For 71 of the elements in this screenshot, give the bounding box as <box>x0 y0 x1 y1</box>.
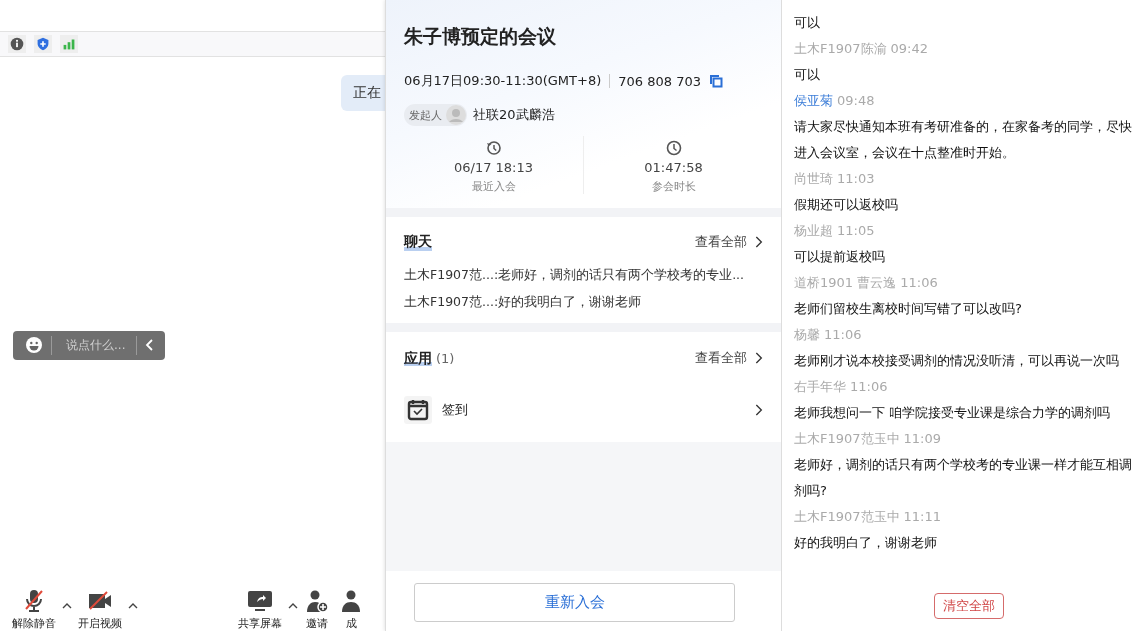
chevron-left-icon[interactable] <box>145 338 155 352</box>
message-text: 可以 <box>794 66 821 84</box>
meeting-time: 06月17日09:30-11:30(GMT+8) <box>404 72 602 90</box>
message-text: 老师我想问一下 咱学院接受专业课是综合力学的调剂吗 <box>794 404 1112 422</box>
message-time: 11:03 <box>837 171 875 186</box>
message-time: 11:11 <box>903 509 942 524</box>
chevron-right-icon <box>753 351 763 365</box>
message-text: 老师们留校生离校时间写错了可以改吗? <box>794 300 1023 318</box>
meeting-id: 706 808 703 <box>618 73 701 89</box>
caret-up-icon[interactable] <box>128 603 138 609</box>
section-title: 应用 <box>404 350 432 366</box>
shield-icon[interactable] <box>34 35 52 53</box>
sender-name: 道桥1901 曹云逸 <box>794 275 897 290</box>
add-person-icon <box>304 588 330 614</box>
stat-label: 最近入会 <box>471 179 516 194</box>
stat-value: 01:47:58 <box>644 160 703 175</box>
rejoin-button[interactable]: 重新入会 <box>414 583 735 622</box>
message-time: 09:48 <box>837 93 875 108</box>
message-time: 11:06 <box>900 275 938 290</box>
meeting-title: 朱子博预定的会议 <box>404 24 557 49</box>
message-time: 11:05 <box>837 223 875 238</box>
sender-name: 侯亚菊 <box>794 93 833 108</box>
calendar-check-icon <box>404 396 432 424</box>
chat-preview[interactable]: 土木F1907范...:老师好，调剂的话只有两个学校考的专业... <box>404 267 763 284</box>
video-button[interactable]: 开启视频 <box>76 588 124 631</box>
section-title: 聊天 <box>404 233 432 251</box>
message-text: 好的我明白了，谢谢老师 <box>794 534 938 552</box>
sender-name: 土木F1907范玉中 <box>794 431 900 446</box>
share-screen-icon <box>247 588 273 614</box>
message-time: 11:06 <box>850 379 888 394</box>
view-all-link[interactable]: 查看全部 <box>695 349 763 367</box>
mic-button[interactable]: 解除静音 <box>10 588 58 631</box>
members-button[interactable]: 成 <box>336 588 366 631</box>
message-text: 可以 <box>794 14 821 32</box>
message-field[interactable]: 说点什么... <box>60 338 128 352</box>
sender-name: 土木F1907陈渝 <box>794 41 887 56</box>
chevron-right-icon <box>753 403 763 417</box>
message-time: 11:06 <box>824 327 862 342</box>
emoji-icon[interactable] <box>25 336 43 354</box>
message-text: 可以提前返校吗 <box>794 248 886 266</box>
sender-name: 杨馨 <box>794 327 820 342</box>
share-button[interactable]: 共享屏幕 <box>236 588 284 631</box>
clock-icon <box>665 140 682 156</box>
message-time: 11:09 <box>903 431 942 446</box>
stat-value: 06/17 18:13 <box>453 160 534 175</box>
stat-label: 参会时长 <box>651 179 696 194</box>
message-text: 假期还可以返校吗 <box>794 196 899 214</box>
sender-name: 杨业超 <box>794 223 833 238</box>
message-text: 请大家尽快通知本班有考研准备的，在家备考的同学，尽快进入会议室，会议在十点整准时开始。 <box>794 118 1133 162</box>
message-time: 09:42 <box>890 41 929 56</box>
message-text: 老师好，调剂的话只有两个学校考的专业课一样才能互相调剂吗? <box>794 456 1133 500</box>
view-all-link[interactable]: 查看全部 <box>695 233 763 251</box>
organizer-name: 社联20武麟浩 <box>473 106 555 124</box>
copy-icon[interactable] <box>708 74 723 88</box>
organizer-label: 发起人 <box>409 107 442 123</box>
history-icon <box>485 140 502 156</box>
status-bubble: 正在 <box>341 75 385 111</box>
sender-name: 土木F1907范玉中 <box>794 509 900 524</box>
app-item[interactable]: 签到 <box>404 396 763 424</box>
message-text: 老师刚才说本校接受调剂的情况没听清，可以再说一次吗 <box>794 352 1120 370</box>
avatar-icon <box>446 105 466 125</box>
sender-name: 尚世琦 <box>794 171 833 186</box>
chat-preview[interactable]: 土木F1907范...:好的我明白了，谢谢老师 <box>404 294 763 311</box>
chevron-right-icon <box>753 235 763 249</box>
clear-all-button[interactable]: 清空全部 <box>933 593 1004 619</box>
invite-button[interactable]: 邀请 <box>302 588 332 631</box>
info-icon[interactable] <box>8 35 26 53</box>
app-count: (1) <box>436 351 455 366</box>
sender-name: 右手年华 <box>794 379 846 394</box>
caret-up-icon[interactable] <box>62 603 72 609</box>
caret-up-icon[interactable] <box>288 603 298 609</box>
